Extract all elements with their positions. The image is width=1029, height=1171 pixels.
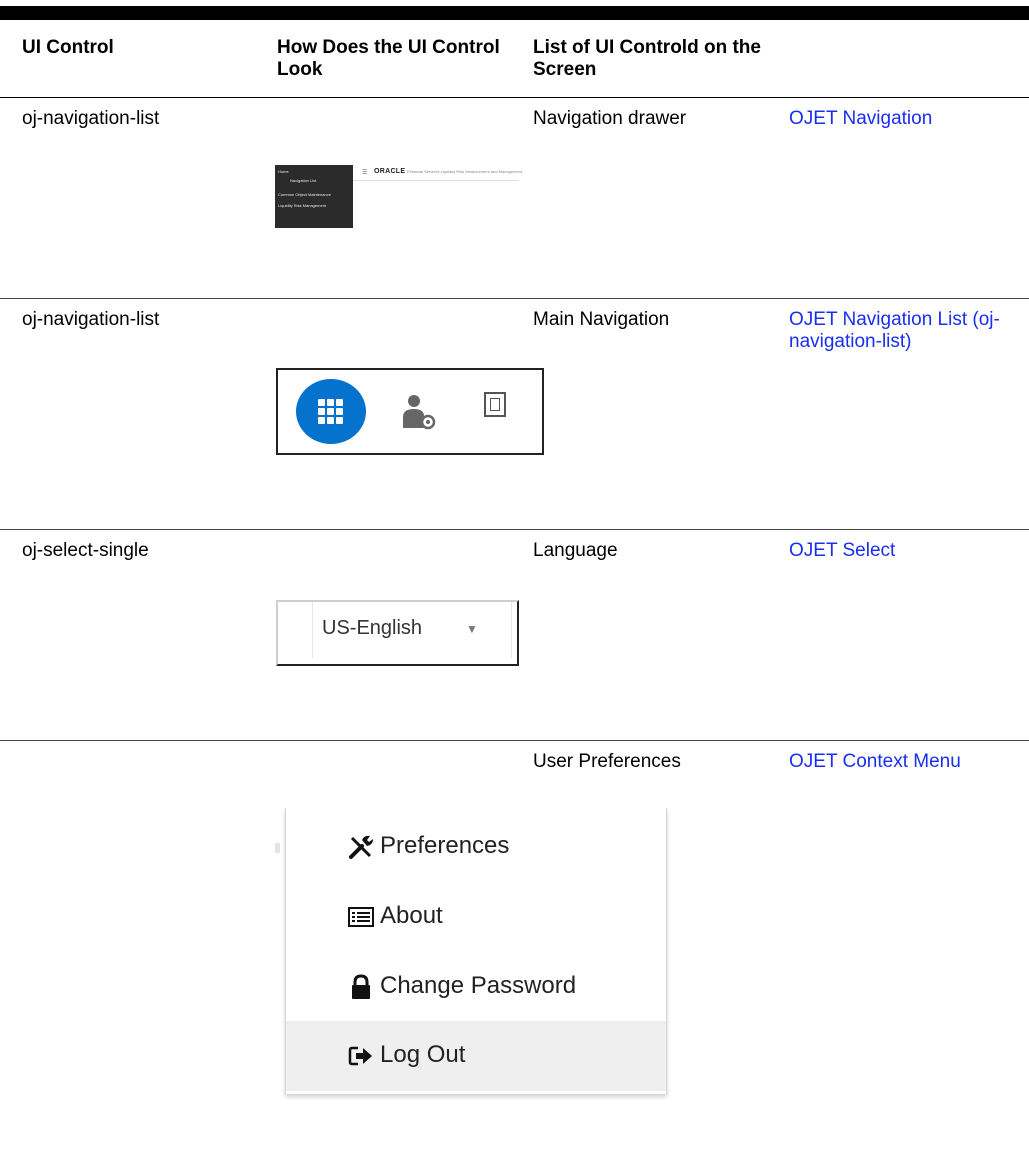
row2-screen-item: Main Navigation (533, 309, 670, 330)
navigation-drawer-preview: Home Navigation List Common Object Maint… (275, 165, 353, 228)
user-settings-icon (403, 395, 436, 430)
row3-screen-item: Language (533, 540, 618, 561)
chevron-down-icon: ▼ (466, 622, 478, 636)
lock-icon (352, 974, 370, 999)
row4-screen-item: User Preferences (533, 751, 681, 772)
header-list-controls: List of UI Controld on the Screen (533, 37, 761, 80)
report-icon (484, 392, 506, 417)
hamburger-icon: ☰ (362, 170, 368, 176)
oracle-logo: ORACLE (374, 168, 406, 175)
menu-label: About (380, 902, 443, 929)
menu-label: Change Password (380, 972, 577, 999)
header-how-look: How Does the UI Control Look (277, 37, 500, 80)
row-divider (0, 529, 1029, 530)
drawer-item-liquidity: Liquidity Risk Management (278, 203, 327, 208)
tools-icon (349, 835, 373, 859)
menu-label: Preferences (380, 832, 510, 859)
user-preferences-menu-preview: Preferences About Change Password Log Ou… (285, 808, 667, 1094)
header-ui-control: UI Control (22, 37, 114, 58)
list-icon (348, 907, 374, 927)
language-select-preview: US-English ▼ (276, 600, 519, 666)
menu-item-log-out: Log Out (286, 1021, 666, 1091)
preview-edge (275, 843, 280, 853)
row-divider (0, 740, 1029, 741)
logout-icon (348, 1046, 372, 1066)
table-top-rule (0, 6, 1029, 20)
menu-item-preferences: Preferences (286, 812, 666, 882)
drawer-item-common: Common Object Maintenance (278, 192, 331, 197)
row1-screen-item: Navigation drawer (533, 108, 687, 129)
drawer-header-bar: ☰ ORACLE Financial Services Liquidity Ri… (353, 165, 522, 181)
row2-link[interactable]: OJET Navigation List (oj-navigation-list… (789, 309, 1019, 353)
row-divider (0, 298, 1029, 299)
language-value: US-English (322, 617, 423, 639)
product-name: Financial Services Liquidity Risk Measur… (407, 169, 522, 174)
main-navigation-preview (276, 368, 544, 455)
menu-item-about: About (286, 882, 666, 952)
menu-item-change-password: Change Password (286, 952, 666, 1022)
drawer-title: Navigation List (290, 178, 317, 183)
row1-control: oj-navigation-list (22, 108, 160, 129)
header-rule (0, 97, 1029, 98)
row3-link[interactable]: OJET Select (789, 540, 895, 562)
row3-control: oj-select-single (22, 540, 149, 561)
row2-control: oj-navigation-list (22, 309, 160, 330)
row1-link[interactable]: OJET Navigation (789, 108, 932, 130)
menu-label: Log Out (380, 1041, 466, 1068)
row4-link[interactable]: OJET Context Menu (789, 751, 961, 773)
apps-grid-icon (296, 379, 366, 444)
drawer-home-item: Home (278, 169, 289, 174)
